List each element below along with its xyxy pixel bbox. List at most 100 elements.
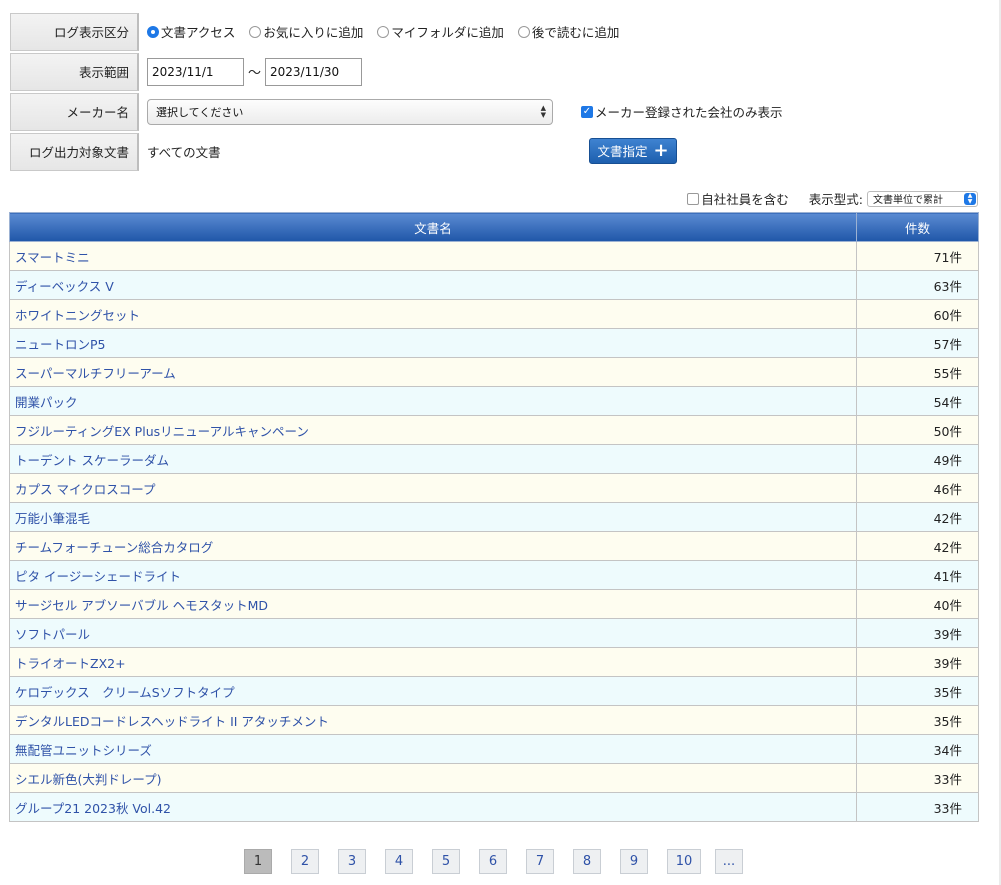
page-link[interactable]: 10	[667, 849, 701, 874]
document-log-table: 文書名 件数 スマートミニ 71件 ディーベックス V 63件 ホワイトニングセット 60…	[9, 212, 979, 822]
document-name-link[interactable]: ニュートロンP5	[9, 328, 857, 358]
page-ellipsis[interactable]: ...	[715, 849, 743, 874]
document-name-link[interactable]: シエル新色(大判ドレープ)	[9, 763, 857, 793]
target-docs-row: ログ出力対象文書 すべての文書 文書指定 +	[10, 132, 810, 171]
maker-row: メーカー名 選択してください ▲ ▼ ✓ メーカー登録された会社のみ表示	[10, 92, 810, 131]
access-count: 39件	[856, 647, 979, 677]
registered-only-label: メーカー登録された会社のみ表示	[595, 105, 783, 120]
radio-unselected-icon[interactable]	[517, 25, 530, 38]
document-name-link[interactable]: デンタルLEDコードレスヘッドライト II アタッチメント	[9, 705, 857, 735]
include-employees-checkbox[interactable]	[687, 192, 700, 205]
document-name-link[interactable]: カプス マイクロスコープ	[9, 473, 857, 503]
log-type-option[interactable]: 後で読むに追加	[517, 22, 620, 41]
access-count: 33件	[856, 792, 979, 822]
registered-only-toggle[interactable]: ✓ メーカー登録された会社のみ表示	[581, 102, 783, 121]
table-row: チームフォーチューン総合カタログ 42件	[9, 531, 979, 561]
doc-select-button-label: 文書指定	[597, 144, 648, 159]
page-link[interactable]: 8	[573, 849, 601, 874]
log-type-option[interactable]: 文書アクセス	[147, 22, 235, 41]
access-count: 71件	[856, 241, 979, 271]
access-count: 40件	[856, 589, 979, 619]
checkbox-checked-icon[interactable]: ✓	[581, 105, 593, 118]
target-docs-value: すべての文書	[147, 145, 221, 160]
document-name-link[interactable]: チームフォーチューン総合カタログ	[9, 531, 857, 561]
table-row: スーパーマルチフリーアーム 55件	[9, 357, 979, 387]
page-link[interactable]: 5	[432, 849, 460, 874]
access-count: 55件	[856, 357, 979, 387]
page-link[interactable]: 9	[620, 849, 648, 874]
table-row: シエル新色(大判ドレープ) 33件	[9, 763, 979, 793]
date-to-input[interactable]: 2023/11/30	[265, 57, 363, 86]
page-link[interactable]: 4	[385, 849, 413, 874]
target-docs-label: ログ出力対象文書	[10, 132, 139, 171]
page-link[interactable]: 7	[526, 849, 554, 874]
doc-select-button[interactable]: 文書指定 +	[589, 137, 677, 164]
table-row: ホワイトニングセット 60件	[9, 299, 979, 329]
access-count: 60件	[856, 299, 979, 329]
table-row: グループ21 2023秋 Vol.42 33件	[9, 792, 979, 822]
page-link[interactable]: 3	[338, 849, 366, 874]
range-row: 表示範囲 2023/11/1 〜 2023/11/30	[10, 52, 810, 91]
table-row: デンタルLEDコードレスヘッドライト II アタッチメント 35件	[9, 705, 979, 735]
access-count: 42件	[856, 531, 979, 561]
page-link[interactable]: 2	[291, 849, 319, 874]
access-count: 54件	[856, 386, 979, 416]
display-type-value: 文書単位で累計	[873, 195, 943, 206]
table-row: ピタ イージーシェードライト 41件	[9, 560, 979, 590]
table-row: ソフトパール 39件	[9, 618, 979, 648]
document-name-link[interactable]: ケロデックス クリームSソフトタイプ	[9, 676, 857, 706]
log-filter-panel: ログ表示区分 文書アクセス お気に入りに追加 マイフォルダに追加 後で読むに追加 表示…	[10, 12, 810, 172]
plus-icon: +	[653, 139, 669, 161]
access-count: 46件	[856, 473, 979, 503]
table-row: トーデント スケーラーダム 49件	[9, 444, 979, 474]
pagination: 1 2 3 4 5 6 7 8 9 10...	[0, 849, 1001, 875]
table-row: ディーベックス V 63件	[9, 270, 979, 300]
column-header-document-name[interactable]: 文書名	[9, 212, 857, 242]
document-name-link[interactable]: トーデント スケーラーダム	[9, 444, 857, 474]
document-name-link[interactable]: ソフトパール	[9, 618, 857, 648]
document-name-link[interactable]: 万能小筆混毛	[9, 502, 857, 532]
page-link[interactable]: 6	[479, 849, 507, 874]
access-count: 33件	[856, 763, 979, 793]
column-header-count[interactable]: 件数	[856, 212, 979, 242]
access-count: 63件	[856, 270, 979, 300]
table-row: 無配管ユニットシリーズ 34件	[9, 734, 979, 764]
radio-selected-icon[interactable]	[147, 25, 159, 38]
log-type-option-label: 後で読むに追加	[531, 25, 620, 40]
log-type-row: ログ表示区分 文書アクセス お気に入りに追加 マイフォルダに追加 後で読むに追加	[10, 12, 810, 51]
log-type-option-label: マイフォルダに追加	[391, 25, 504, 40]
document-name-link[interactable]: フジルーティングEX Plusリニューアルキャンペーン	[9, 415, 857, 445]
table-row: ケロデックス クリームSソフトタイプ 35件	[9, 676, 979, 706]
include-employees-label: 自社社員を含む	[701, 192, 789, 207]
document-name-link[interactable]: 無配管ユニットシリーズ	[9, 734, 857, 764]
radio-unselected-icon[interactable]	[377, 25, 390, 38]
document-name-link[interactable]: トライオートZX2+	[9, 647, 857, 677]
log-type-radio-group: 文書アクセス お気に入りに追加 マイフォルダに追加 後で読むに追加	[139, 13, 810, 51]
document-name-link[interactable]: サージセル アブソーバブル ヘモスタットMD	[9, 589, 857, 619]
document-name-link[interactable]: ホワイトニングセット	[9, 299, 857, 329]
document-name-link[interactable]: スーパーマルチフリーアーム	[9, 357, 857, 387]
document-name-link[interactable]: スマートミニ	[9, 241, 857, 271]
access-count: 50件	[856, 415, 979, 445]
radio-unselected-icon[interactable]	[249, 25, 262, 38]
display-type-select[interactable]: 文書単位で累計 ▲ ▼	[867, 190, 978, 207]
access-count: 42件	[856, 502, 979, 532]
select-arrows-icon: ▲ ▼	[964, 192, 976, 205]
access-count: 39件	[856, 618, 979, 648]
document-name-link[interactable]: グループ21 2023秋 Vol.42	[9, 792, 857, 822]
document-name-link[interactable]: ディーベックス V	[9, 270, 857, 300]
maker-label: メーカー名	[10, 92, 139, 131]
date-from-input[interactable]: 2023/11/1	[147, 57, 244, 86]
log-type-option-label: 文書アクセス	[161, 25, 236, 40]
document-name-link[interactable]: ピタ イージーシェードライト	[9, 560, 857, 590]
table-row: カプス マイクロスコープ 46件	[9, 473, 979, 503]
log-type-option[interactable]: お気に入りに追加	[249, 22, 363, 41]
document-name-link[interactable]: 開業パック	[9, 386, 857, 416]
access-count: 35件	[856, 705, 979, 735]
table-row: ニュートロンP5 57件	[9, 328, 979, 358]
table-row: トライオートZX2+ 39件	[9, 647, 979, 677]
log-type-option[interactable]: マイフォルダに追加	[377, 22, 504, 41]
access-count: 35件	[856, 676, 979, 706]
table-row: 開業パック 54件	[9, 386, 979, 416]
maker-select[interactable]: 選択してください ▲ ▼	[147, 98, 553, 125]
